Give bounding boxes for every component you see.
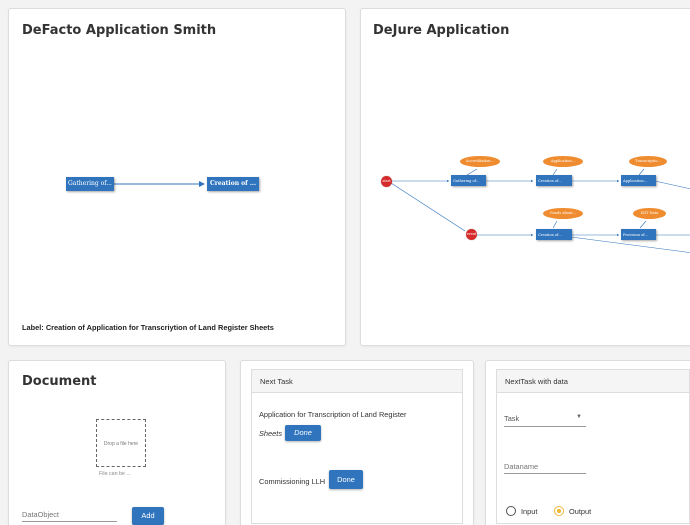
output-radio-label: Output: [569, 507, 592, 516]
task-1-label: Application for Transcription of Land Re…: [259, 410, 407, 419]
next-task-data-panel: NextTask with data Task ▼ Input Output: [485, 360, 690, 525]
defacto-diagram-connections: [113, 181, 205, 187]
defacto-selected-label: Label: Creation of Application for Trans…: [22, 323, 274, 332]
defacto-node-gathering[interactable]: Gathering of...: [66, 177, 114, 191]
dejure-node-provision[interactable]: Provision of...: [621, 229, 656, 240]
chevron-down-icon: ▼: [576, 414, 582, 420]
output-radio[interactable]: [554, 506, 564, 516]
defacto-panel: DeFacto Application Smith Gathering of..…: [8, 8, 346, 346]
dejure-annotation-1[interactable]: Accreditation...: [460, 156, 500, 167]
next-task-data-header: NextTask with data: [496, 369, 690, 393]
input-radio-label: Input: [521, 507, 538, 516]
next-task-data-body: [496, 393, 690, 524]
dejure-node-creation-2[interactable]: Creation of...: [536, 229, 572, 240]
task-select[interactable]: Task ▼: [504, 414, 586, 427]
task-select-value: Task: [504, 414, 520, 423]
dejure-start-event[interactable]: start: [381, 176, 392, 187]
add-button[interactable]: Add: [132, 507, 164, 525]
dejure-node-gathering[interactable]: Gathering of...: [451, 175, 486, 186]
dejure-annotation-2[interactable]: Application...: [543, 156, 583, 167]
task-2-done-button[interactable]: Done: [329, 470, 363, 489]
document-title: Document: [22, 374, 97, 389]
input-radio[interactable]: [506, 506, 516, 516]
task-1-label-cont: Sheets: [259, 429, 283, 438]
task-1-done-button[interactable]: Done: [285, 425, 321, 441]
dropzone-note: File can be ...: [99, 471, 131, 477]
dataobject-input[interactable]: [22, 508, 117, 522]
dejure-annotation-4[interactable]: Goods about...: [543, 208, 583, 219]
next-task-panel: Next Task Application for Transcription …: [240, 360, 474, 525]
defacto-node-creation[interactable]: Creation of ...: [207, 177, 259, 191]
file-dropzone[interactable]: Drop a file here: [96, 419, 146, 467]
next-task-header: Next Task: [251, 369, 463, 393]
dejure-annotation-5[interactable]: ISIT Data: [633, 208, 666, 219]
dejure-intermediate-event[interactable]: event: [466, 229, 477, 240]
dejure-node-application[interactable]: Application...: [621, 175, 656, 186]
dataname-input[interactable]: [504, 460, 586, 474]
task-2-label: Commissioning LLH: [259, 477, 326, 486]
dejure-annotation-3[interactable]: Transcriptio...: [629, 156, 667, 167]
document-panel: Document Drop a file here File can be ..…: [8, 360, 226, 525]
dejure-panel: DeJure Application start event Accredita…: [360, 8, 690, 346]
dejure-node-creation[interactable]: Creation of...: [536, 175, 572, 186]
